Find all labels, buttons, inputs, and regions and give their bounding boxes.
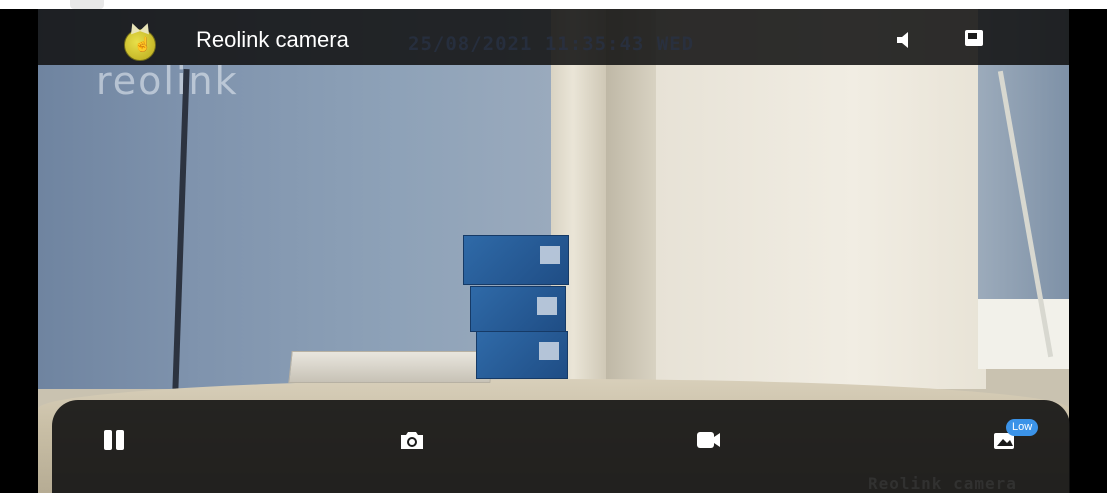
snapshot-button[interactable]	[398, 427, 426, 453]
pause-button[interactable]	[102, 427, 130, 453]
letterbox-left	[0, 9, 38, 493]
speaker-icon[interactable]	[893, 29, 915, 51]
osd-camera-name: Reolink camera	[868, 474, 1017, 493]
top-bar: ☝ Reolink camera 25/08/2021 11:35:43 WED	[38, 9, 1069, 65]
reolink-cat-icon[interactable]: ☝	[124, 29, 156, 61]
top-handle	[70, 0, 104, 9]
letterbox-right	[1069, 9, 1107, 493]
record-button[interactable]	[695, 427, 723, 453]
video-watermark: reolink	[96, 59, 239, 103]
camera-name: Reolink camera	[196, 27, 349, 52]
quality-low-badge[interactable]: Low	[1006, 419, 1039, 436]
osd-timestamp: 25/08/2021 11:35:43 WED	[408, 33, 695, 55]
picture-in-picture-icon[interactable]	[963, 27, 985, 49]
top-status-strip	[0, 0, 1107, 9]
